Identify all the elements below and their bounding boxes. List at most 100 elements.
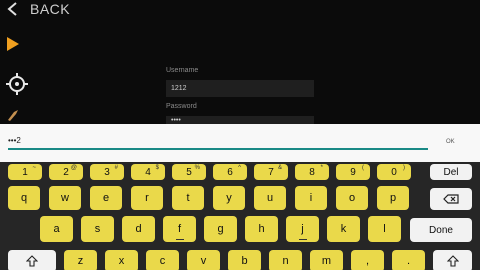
- key-label: p: [389, 192, 397, 204]
- key-label: t: [186, 192, 190, 204]
- key-label: j: [301, 223, 304, 235]
- back-button[interactable]: BACK: [6, 0, 70, 18]
- shift-icon: [446, 255, 459, 267]
- key-k[interactable]: k: [327, 216, 360, 242]
- key-v[interactable]: v: [187, 250, 220, 270]
- key-alt-label: ~: [32, 165, 36, 171]
- key-6[interactable]: 6 ^: [213, 164, 247, 180]
- key-l[interactable]: l: [368, 216, 401, 242]
- key-label: x: [118, 255, 125, 267]
- key-main-label: 2: [63, 166, 69, 178]
- key-label: .: [406, 255, 411, 267]
- key-e[interactable]: e: [90, 186, 122, 210]
- key-alt-label: %: [194, 165, 200, 171]
- key-label: e: [102, 192, 110, 204]
- key-s[interactable]: s: [81, 216, 114, 242]
- key-label: r: [145, 192, 149, 204]
- key-alt-label: $: [155, 165, 159, 171]
- key-q[interactable]: q: [8, 186, 40, 210]
- key-9[interactable]: 9(: [336, 164, 370, 180]
- key-label: v: [200, 255, 207, 267]
- key-alt-label: ^: [238, 165, 241, 171]
- password-field[interactable]: ••••: [166, 116, 314, 124]
- key-r[interactable]: r: [131, 186, 163, 210]
- key-label: z: [77, 255, 84, 267]
- key-x[interactable]: x: [105, 250, 138, 270]
- key-0[interactable]: 0): [377, 164, 411, 180]
- delete-key[interactable]: Del: [430, 164, 472, 180]
- input-underline: [8, 148, 428, 150]
- key-label: y: [226, 192, 232, 204]
- key-alt-label: ): [403, 165, 405, 171]
- key-m[interactable]: m: [310, 250, 343, 270]
- key-u[interactable]: u: [254, 186, 286, 210]
- shift-key-left[interactable]: [8, 250, 56, 270]
- key-y[interactable]: y: [213, 186, 245, 210]
- key-w[interactable]: w: [49, 186, 81, 210]
- app-screen: BACK Username 1212 Password •••• •••2 OK…: [0, 0, 480, 270]
- key-label: s: [94, 223, 101, 235]
- key-f[interactable]: f: [163, 216, 196, 242]
- key-label: m: [321, 255, 332, 267]
- key-c[interactable]: c: [146, 250, 179, 270]
- play-icon[interactable]: [6, 36, 20, 52]
- key-alt-label: @: [70, 165, 77, 171]
- key-main-label: 0: [391, 166, 397, 178]
- key-main-label: 8: [309, 166, 315, 178]
- username-field[interactable]: 1212: [166, 80, 314, 97]
- tool-icon[interactable]: [6, 108, 20, 122]
- chevron-left-icon: [7, 2, 17, 16]
- key-label: h: [258, 223, 265, 235]
- key-7[interactable]: 7 &: [254, 164, 288, 180]
- backspace-icon: [443, 194, 459, 204]
- key-label: w: [61, 192, 69, 204]
- key-1[interactable]: 1 ~: [8, 164, 42, 180]
- delete-key-label: Del: [443, 166, 459, 178]
- key-main-label: 3: [104, 166, 110, 178]
- key-main-label: 9: [350, 166, 356, 178]
- input-text[interactable]: •••2: [8, 136, 21, 145]
- key-2[interactable]: 2 @: [49, 164, 83, 180]
- key-a[interactable]: a: [40, 216, 73, 242]
- key-n[interactable]: n: [269, 250, 302, 270]
- key-t[interactable]: t: [172, 186, 204, 210]
- key-main-label: 5: [186, 166, 192, 178]
- key-label: g: [217, 223, 224, 235]
- key-g[interactable]: g: [204, 216, 237, 242]
- keyboard-input-bar: •••2 OK: [0, 124, 480, 162]
- key-8[interactable]: 8 *: [295, 164, 329, 180]
- key-label: b: [241, 255, 248, 267]
- done-key-label: Done: [429, 224, 453, 236]
- crosshair-icon[interactable]: [6, 73, 28, 95]
- key-label: q: [20, 192, 28, 204]
- backspace-key[interactable]: [430, 188, 472, 210]
- key-alt-label: (: [362, 165, 364, 171]
- key-label: d: [135, 223, 142, 235]
- key-main-label: 4: [145, 166, 151, 178]
- key-alt-label: &: [277, 165, 282, 171]
- key-period[interactable]: .: [392, 250, 425, 270]
- key-label: k: [340, 223, 347, 235]
- key-comma[interactable]: ,: [351, 250, 384, 270]
- key-label: ,: [365, 255, 370, 267]
- ok-button[interactable]: OK: [446, 139, 455, 145]
- key-3[interactable]: 3 #: [90, 164, 124, 180]
- key-p[interactable]: p: [377, 186, 409, 210]
- key-b[interactable]: b: [228, 250, 261, 270]
- password-label: Password: [166, 103, 197, 110]
- shift-icon: [26, 255, 38, 267]
- key-main-label: 7: [268, 166, 274, 178]
- shift-key-right[interactable]: [433, 250, 472, 270]
- key-z[interactable]: z: [64, 250, 97, 270]
- back-label: BACK: [30, 1, 71, 17]
- key-o[interactable]: o: [336, 186, 368, 210]
- key-5[interactable]: 5%: [172, 164, 206, 180]
- key-label: l: [383, 223, 386, 235]
- key-d[interactable]: d: [122, 216, 155, 242]
- key-h[interactable]: h: [245, 216, 278, 242]
- key-i[interactable]: i: [295, 186, 327, 210]
- done-key[interactable]: Done: [410, 218, 472, 242]
- key-4[interactable]: 4 $: [131, 164, 165, 180]
- username-label: Username: [166, 67, 199, 74]
- key-j[interactable]: j: [286, 216, 319, 242]
